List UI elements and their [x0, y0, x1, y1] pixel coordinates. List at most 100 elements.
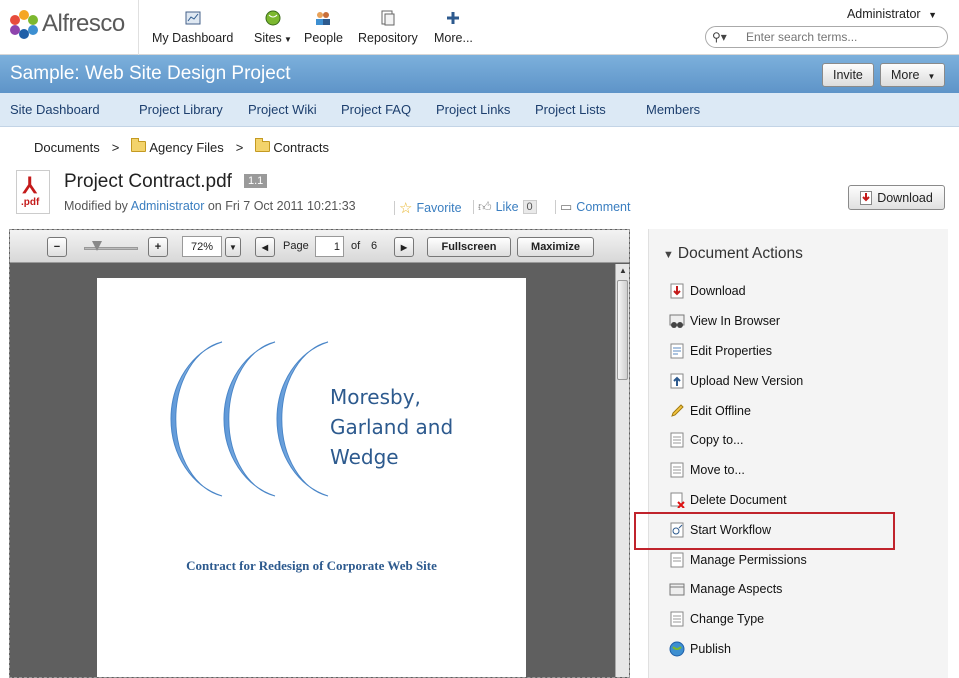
start-workflow-highlight — [634, 512, 895, 550]
like-action[interactable]: 👍︎ Like 0 — [473, 199, 537, 215]
site-nav-project-library[interactable]: Project Library — [139, 102, 223, 117]
total-pages: 6 — [371, 240, 378, 252]
pencil-icon — [671, 404, 684, 417]
action-label: Edit Properties — [690, 344, 772, 358]
action-label: Manage Aspects — [690, 582, 783, 596]
nav-label: My Dashboard — [152, 31, 234, 45]
download-label: Download — [877, 190, 933, 205]
like-label: Like — [495, 200, 519, 214]
breadcrumb-separator: > — [235, 140, 244, 155]
maximize-button[interactable]: Maximize — [517, 237, 594, 257]
action-edit-properties[interactable]: Edit Properties — [669, 343, 772, 359]
nav-label: People — [304, 31, 343, 45]
dashboard-icon — [185, 11, 201, 25]
site-nav-project-faq[interactable]: Project FAQ — [341, 102, 411, 117]
divider — [555, 200, 556, 214]
action-label: Delete Document — [690, 493, 787, 507]
pdf-company-name: Moresby, Garland and Wedge — [330, 382, 453, 472]
user-menu[interactable]: Administrator ▼ — [847, 7, 937, 21]
pdf-logo-glyph: ⅄ — [23, 173, 37, 198]
zoom-dropdown-button[interactable]: ▼ — [225, 237, 241, 257]
invite-button[interactable]: Invite — [822, 63, 874, 87]
scroll-up-icon[interactable]: ▲ — [619, 266, 627, 275]
fullscreen-button[interactable]: Fullscreen — [427, 237, 511, 257]
site-more-label: More — [891, 68, 920, 82]
logo-text: Alfresco — [42, 10, 125, 37]
nav-repository[interactable]: Repository — [358, 10, 418, 45]
edit-properties-icon — [670, 343, 684, 359]
pdf-heading-line: Moresby, — [330, 385, 421, 409]
modified-by-link[interactable]: Administrator — [131, 199, 205, 213]
app-header: Alfresco My Dashboard Sites ▼ People Rep… — [0, 0, 959, 55]
publish-icon — [669, 641, 685, 657]
modified-prefix: Modified by — [64, 199, 128, 213]
nav-people[interactable]: People — [304, 10, 343, 45]
breadcrumb-contracts[interactable]: Contracts — [255, 138, 329, 155]
action-view-in-browser[interactable]: View In Browser — [669, 313, 780, 329]
site-more-button[interactable]: More ▼ — [880, 63, 945, 87]
header-divider — [138, 0, 139, 55]
repository-icon — [381, 10, 395, 26]
zoom-slider-thumb[interactable] — [92, 241, 102, 251]
folder-icon — [131, 138, 147, 152]
divider — [394, 201, 395, 215]
action-label: Upload New Version — [690, 374, 804, 388]
action-download[interactable]: Download — [669, 283, 746, 299]
breadcrumb: Documents > Agency Files > Contracts — [34, 138, 329, 155]
of-label: of — [351, 240, 361, 252]
search-input[interactable] — [746, 29, 936, 45]
move-icon — [670, 462, 684, 478]
action-label: Publish — [690, 642, 731, 656]
pdf-heading-line: Garland and — [330, 415, 454, 439]
action-label: Edit Offline — [690, 404, 751, 418]
comment-action[interactable]: ▭ Comment — [555, 199, 630, 215]
nav-more[interactable]: More... — [434, 10, 473, 45]
action-label: Move to... — [690, 463, 745, 477]
version-badge: 1.1 — [244, 174, 268, 188]
zoom-out-button[interactable]: − — [47, 237, 67, 257]
nav-label: More... — [434, 31, 473, 45]
comment-icon: ▭ — [560, 199, 573, 214]
next-page-button[interactable]: ▶ — [394, 237, 414, 257]
site-title-bar: Sample: Web Site Design Project Invite M… — [0, 55, 959, 93]
action-delete-document[interactable]: Delete Document — [669, 492, 787, 508]
breadcrumb-documents[interactable]: Documents — [34, 140, 100, 155]
company-logo-arcs — [170, 341, 329, 497]
pdf-caption: Contract for Redesign of Corporate Web S… — [186, 558, 437, 573]
site-nav-dashboard[interactable]: Site Dashboard — [10, 102, 100, 117]
action-move-to[interactable]: Move to... — [669, 462, 745, 478]
favorite-action[interactable]: ☆ Favorite — [394, 199, 462, 217]
folder-icon — [255, 138, 271, 152]
actions-header[interactable]: ▼ Document Actions — [663, 245, 803, 263]
user-name: Administrator — [846, 7, 921, 21]
site-nav-project-lists[interactable]: Project Lists — [535, 102, 606, 117]
nav-my-dashboard[interactable]: My Dashboard — [152, 10, 233, 45]
action-change-type[interactable]: Change Type — [669, 611, 764, 627]
site-nav-project-wiki[interactable]: Project Wiki — [248, 102, 317, 117]
pdf-page: Moresby, Garland and Wedge Contract for … — [97, 278, 526, 677]
scroll-thumb[interactable] — [617, 280, 628, 380]
page-number-field[interactable]: 1 — [315, 236, 344, 257]
alfresco-logo[interactable]: Alfresco — [10, 10, 125, 39]
action-label: Change Type — [690, 612, 765, 626]
viewer-scrollbar[interactable]: ▲ — [615, 264, 629, 677]
viewer-toolbar: − + 72% ▼ ◀ Page 1 of 6 ▶ Fullscreen Max… — [10, 230, 629, 263]
action-edit-offline[interactable]: Edit Offline — [669, 403, 751, 419]
action-manage-permissions[interactable]: Manage Permissions — [669, 552, 807, 568]
search-icon[interactable]: ⚲▾ — [712, 30, 727, 44]
zoom-in-button[interactable]: + — [148, 237, 168, 257]
action-label: Manage Permissions — [690, 553, 807, 567]
action-manage-aspects[interactable]: Manage Aspects — [669, 581, 782, 597]
zoom-level-field[interactable]: 72% — [182, 236, 222, 257]
breadcrumb-agency-files[interactable]: Agency Files — [131, 138, 224, 155]
site-nav-project-links[interactable]: Project Links — [436, 102, 510, 117]
action-publish[interactable]: Publish — [669, 641, 731, 657]
action-copy-to[interactable]: Copy to... — [669, 432, 744, 448]
modified-on: on Fri 7 Oct 2011 10:21:33 — [207, 199, 356, 213]
nav-sites[interactable]: Sites ▼ — [254, 10, 292, 45]
action-upload-new-version[interactable]: Upload New Version — [669, 373, 803, 389]
page-label: Page — [283, 240, 309, 252]
download-button[interactable]: Download — [848, 185, 945, 210]
previous-page-button[interactable]: ◀ — [255, 237, 275, 257]
site-nav-members[interactable]: Members — [646, 102, 700, 117]
